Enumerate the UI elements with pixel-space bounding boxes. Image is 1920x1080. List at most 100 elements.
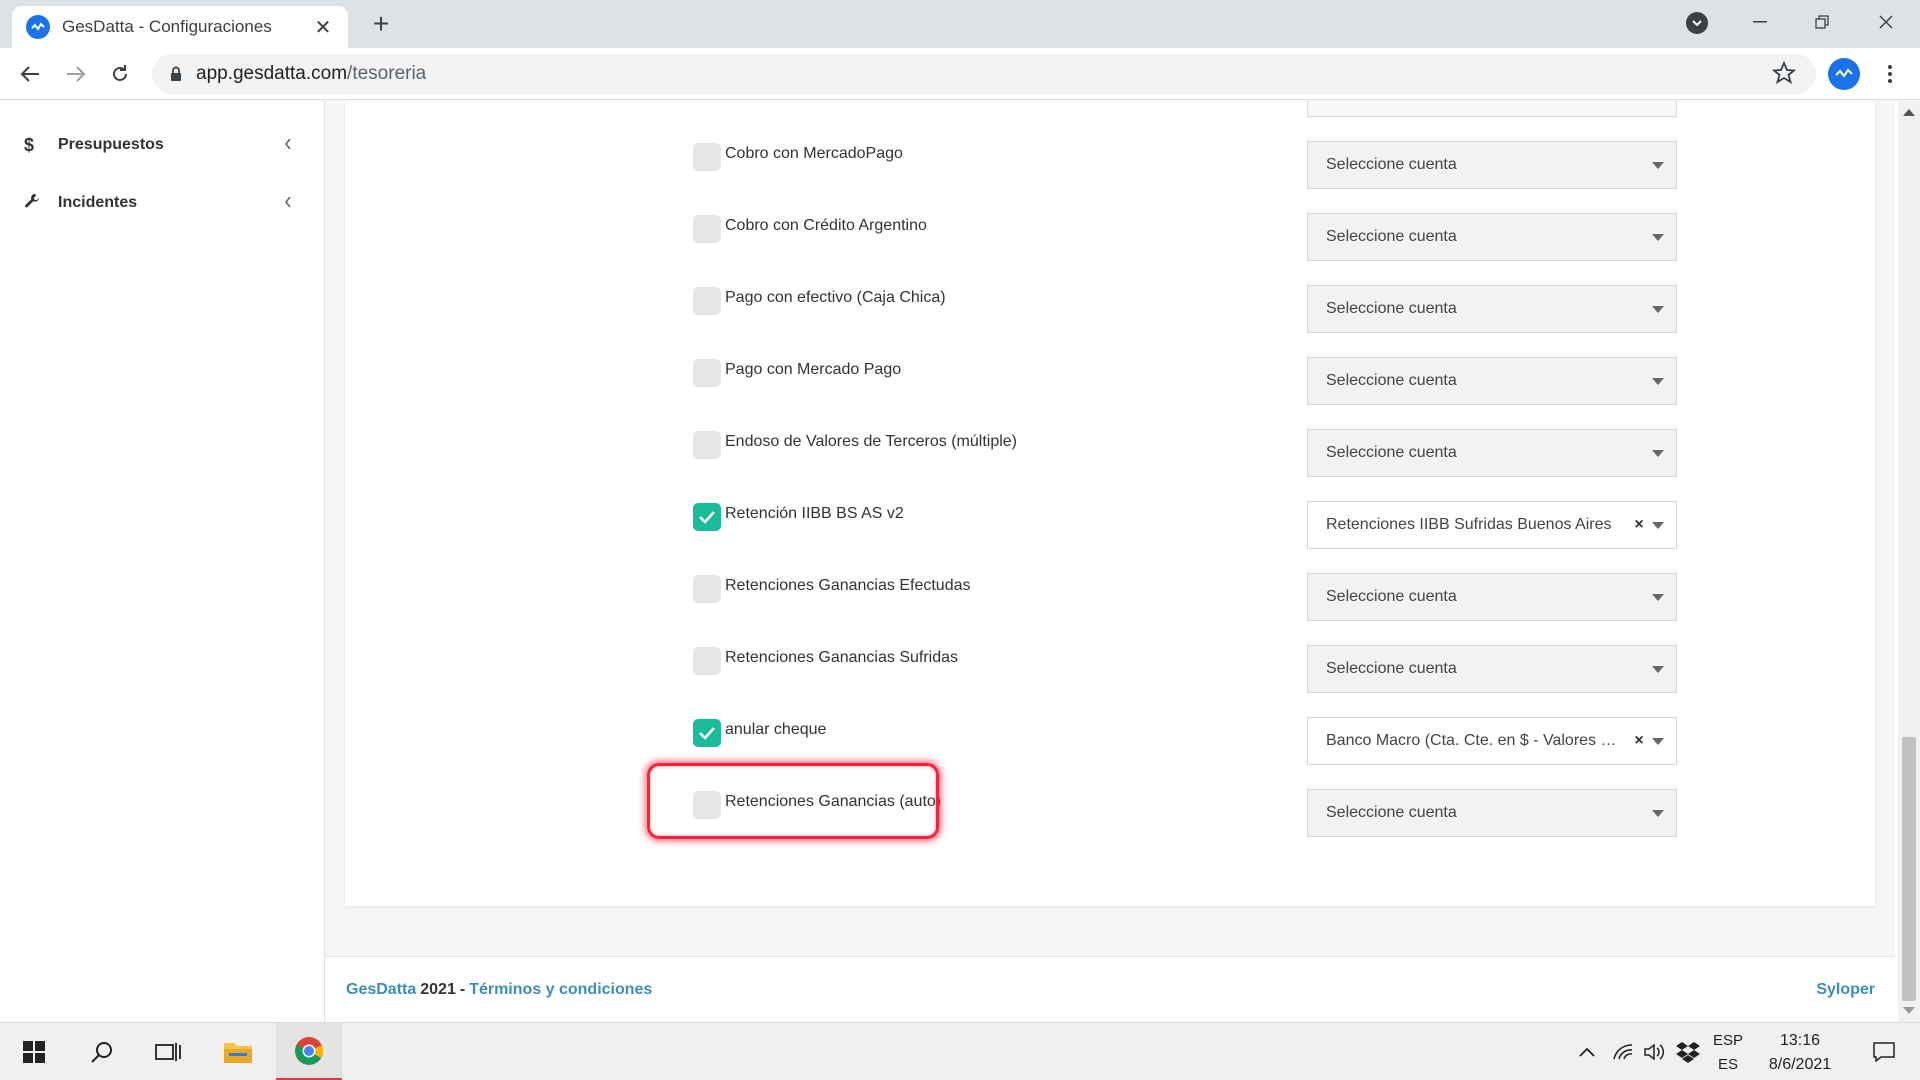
- bookmark-star-icon[interactable]: [1771, 60, 1797, 90]
- restore-window-button[interactable]: [1792, 0, 1852, 44]
- account-select[interactable]: Seleccione cuenta: [1307, 357, 1677, 405]
- chevron-left-icon: [284, 137, 324, 153]
- checkbox-label: Retenciones Ganancias Sufridas: [725, 649, 959, 666]
- select-value: Seleccione cuenta: [1326, 300, 1457, 317]
- address-bar[interactable]: app.gesdatta.com /tesoreria: [152, 54, 1816, 94]
- checkbox[interactable]: [693, 647, 721, 675]
- url-host: app.gesdatta.com: [196, 63, 348, 84]
- select-value: Seleccione cuenta: [1326, 660, 1457, 677]
- profile-avatar-icon[interactable]: [1828, 58, 1860, 90]
- footer-brand-link[interactable]: GesDatta: [346, 981, 416, 999]
- account-select[interactable]: Seleccione cuenta: [1307, 573, 1677, 621]
- list-item: Retenciones Ganancias Efectudas Seleccio…: [345, 573, 1875, 633]
- sidebar-item-presupuestos[interactable]: $ Presupuestos: [0, 123, 324, 167]
- chrome-taskbar-icon[interactable]: [276, 1023, 342, 1080]
- account-select[interactable]: Seleccione cuenta: [1307, 429, 1677, 477]
- account-select[interactable]: Retenciones IIBB Sufridas Buenos Aires ×: [1307, 501, 1677, 549]
- checkbox[interactable]: [693, 359, 721, 387]
- show-hidden-icons-chevron-icon[interactable]: [1572, 1023, 1602, 1080]
- checkbox[interactable]: [693, 791, 721, 819]
- list-item: Cobro con MercadoPago Seleccione cuenta: [345, 141, 1875, 201]
- list-item: Pago con efectivo (Caja Chica) Seleccion…: [345, 285, 1875, 345]
- list-item: Retenciones Ganancias Sufridas Seleccion…: [345, 645, 1875, 705]
- tab-search-icon[interactable]: [1686, 12, 1708, 34]
- windows-taskbar: ESP ES 13:16 8/6/2021: [0, 1022, 1920, 1080]
- footer-separator: -: [459, 980, 466, 998]
- dropbox-icon[interactable]: [1672, 1023, 1704, 1080]
- reload-icon[interactable]: [104, 58, 136, 90]
- file-explorer-icon[interactable]: [206, 1023, 270, 1080]
- checkbox[interactable]: [693, 287, 721, 315]
- main-content: Cobro con MercadoPago Seleccione cuenta …: [325, 101, 1895, 1022]
- terms-link[interactable]: Términos y condiciones: [469, 981, 652, 999]
- clear-selection-icon[interactable]: ×: [1632, 516, 1646, 534]
- sidebar-item-label: Presupuestos: [58, 136, 164, 153]
- clear-selection-icon[interactable]: ×: [1632, 732, 1646, 750]
- language-code: ESP: [1712, 1032, 1743, 1049]
- account-select[interactable]: Banco Macro (Cta. Cte. en $ - Valores Di…: [1307, 717, 1677, 765]
- input-language-indicator[interactable]: ESP ES: [1708, 1029, 1748, 1077]
- checkbox[interactable]: [693, 575, 721, 603]
- checkbox-label: Pago con efectivo (Caja Chica): [725, 289, 946, 306]
- dropdown-arrow-icon: [1652, 305, 1664, 313]
- checkbox-checked[interactable]: [693, 719, 721, 747]
- checkbox[interactable]: [693, 215, 721, 243]
- sidebar: $ Presupuestos Incidentes: [0, 101, 325, 1022]
- task-view-icon[interactable]: [136, 1023, 200, 1080]
- close-window-button[interactable]: [1856, 0, 1916, 44]
- tab-close-icon[interactable]: ✕: [312, 15, 334, 40]
- checkbox-label: Retención IIBB BS AS v2: [725, 505, 904, 522]
- search-icon[interactable]: [70, 1023, 134, 1080]
- keyboard-layout-code: ES: [1717, 1056, 1738, 1073]
- dropdown-arrow-icon: [1652, 377, 1664, 385]
- account-select[interactable]: Seleccione cuenta: [1307, 141, 1677, 189]
- select-value: Seleccione cuenta: [1326, 228, 1457, 245]
- page-scrollbar[interactable]: [1898, 101, 1920, 1022]
- browser-menu-icon[interactable]: [1880, 60, 1900, 88]
- wifi-icon[interactable]: [1608, 1023, 1638, 1080]
- dropdown-arrow-icon: [1652, 593, 1664, 601]
- browser-toolbar: app.gesdatta.com /tesoreria: [0, 48, 1920, 100]
- forward-arrow-icon[interactable]: [60, 58, 92, 90]
- scrollbar-thumb[interactable]: [1902, 737, 1916, 1001]
- new-tab-button[interactable]: +: [366, 10, 396, 40]
- windows-start-icon[interactable]: [2, 1023, 66, 1080]
- checkbox[interactable]: [693, 143, 721, 171]
- checkbox-label: Retenciones Ganancias Efectudas: [725, 577, 971, 594]
- select-value: Seleccione cuenta: [1326, 372, 1457, 389]
- checkbox-checked[interactable]: [693, 503, 721, 531]
- account-select-partial[interactable]: [1307, 101, 1677, 117]
- browser-tab-strip: GesDatta - Configuraciones ✕ +: [0, 0, 1920, 48]
- back-arrow-icon[interactable]: [14, 58, 46, 90]
- wrench-icon: [24, 193, 58, 214]
- account-select[interactable]: Seleccione cuenta: [1307, 213, 1677, 261]
- scroll-down-arrow-icon[interactable]: [1903, 1007, 1915, 1014]
- account-select[interactable]: Seleccione cuenta: [1307, 285, 1677, 333]
- system-clock[interactable]: 13:16 8/6/2021: [1758, 1029, 1842, 1077]
- settings-card: Cobro con MercadoPago Seleccione cuenta …: [345, 101, 1875, 906]
- account-select[interactable]: Seleccione cuenta: [1307, 789, 1677, 837]
- minimize-window-button[interactable]: [1730, 0, 1790, 44]
- lock-icon: [170, 66, 182, 82]
- tab-title: GesDatta - Configuraciones: [62, 17, 272, 36]
- select-value: Seleccione cuenta: [1326, 804, 1457, 821]
- select-value: Seleccione cuenta: [1326, 156, 1457, 173]
- sidebar-item-incidentes[interactable]: Incidentes: [0, 181, 324, 225]
- dropdown-arrow-icon: [1652, 449, 1664, 457]
- dropdown-arrow-icon: [1652, 233, 1664, 241]
- speaker-icon[interactable]: [1640, 1023, 1670, 1080]
- checkbox[interactable]: [693, 431, 721, 459]
- scroll-up-arrow-icon[interactable]: [1903, 109, 1915, 116]
- checkmark-icon: [699, 511, 715, 524]
- browser-tab[interactable]: GesDatta - Configuraciones ✕: [12, 6, 348, 48]
- clock-time: 13:16: [1779, 1032, 1821, 1049]
- account-select[interactable]: Seleccione cuenta: [1307, 645, 1677, 693]
- checkbox-label: Retenciones Ganancias (auto): [725, 793, 942, 810]
- checkbox-label: Cobro con MercadoPago: [725, 145, 903, 162]
- notification-center-icon[interactable]: [1862, 1023, 1906, 1080]
- syloper-link[interactable]: Syloper: [1816, 981, 1875, 999]
- url-path: /tesoreria: [347, 63, 427, 84]
- page-footer: GesDatta 2021 - Términos y condiciones S…: [325, 956, 1895, 1022]
- checkbox-label: Pago con Mercado Pago: [725, 361, 902, 378]
- select-value: Banco Macro (Cta. Cte. en $ - Valores Di…: [1326, 732, 1632, 749]
